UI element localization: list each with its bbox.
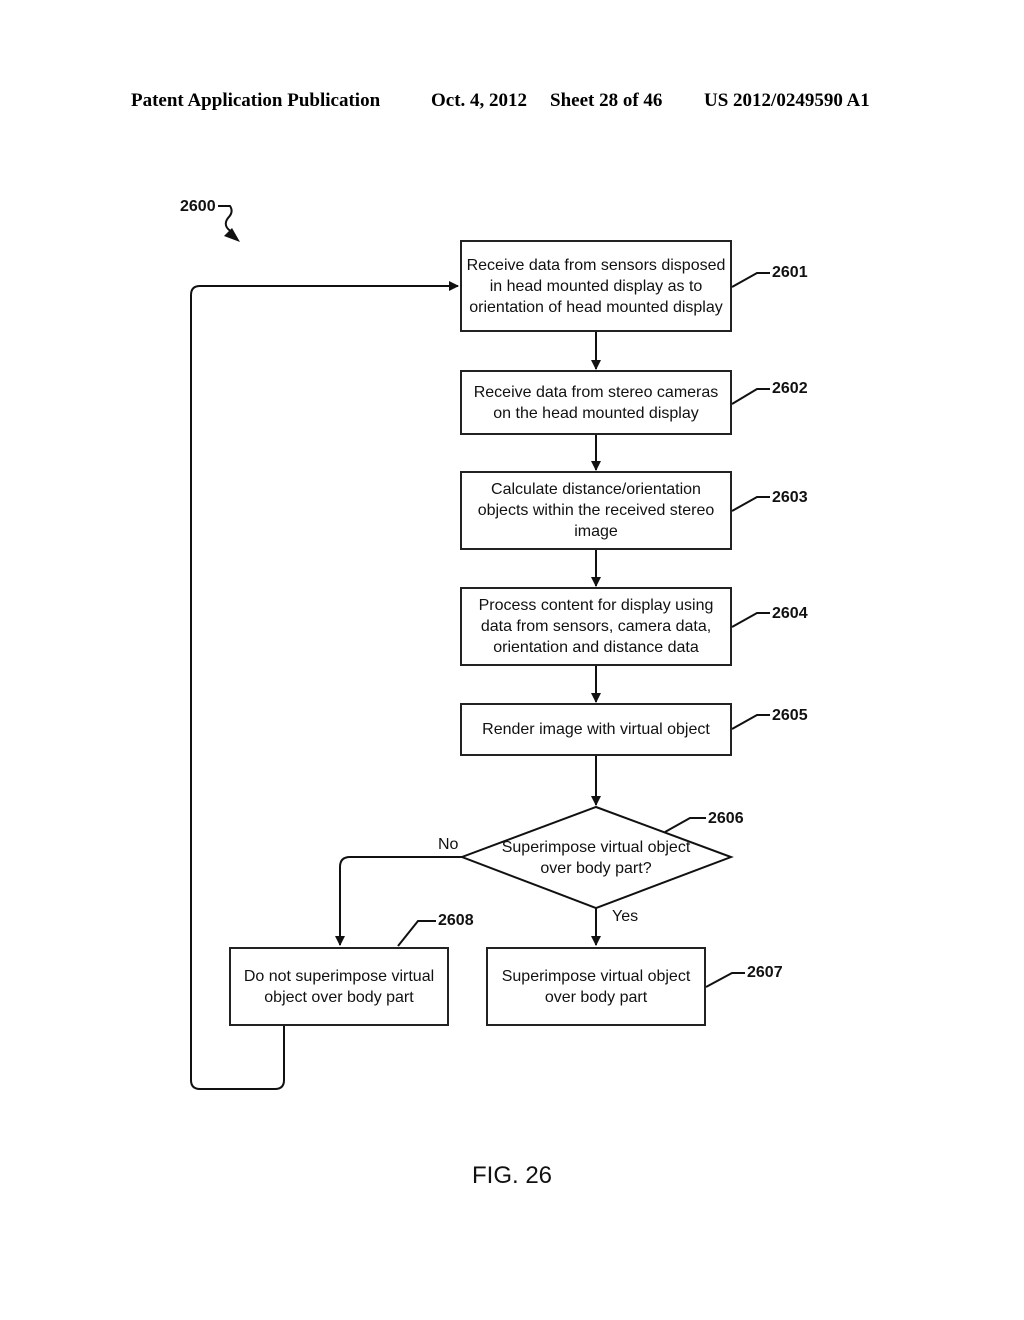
step-2608-ref: 2608 [438,912,474,929]
decision-2606-text: Superimpose virtual object over body par… [501,839,691,877]
leader-2602 [731,388,770,405]
step-2601-box: Receive data from sensors disposed in he… [460,240,732,332]
no-branch-label: No [438,836,459,853]
step-2602-text: Receive data from stereo cameras on the … [473,383,719,422]
step-2607-box: Superimpose virtual object over body par… [486,947,706,1026]
leader-2607 [705,972,745,988]
step-2604-box: Process content for display using data f… [460,587,732,666]
step-2607-ref: 2607 [747,964,783,981]
leader-2601 [731,272,770,288]
step-2603-text: Calculate distance/orientation objects w… [477,481,715,540]
leader-2608 [397,920,436,947]
decision-2606-ref: 2606 [708,810,744,827]
step-2602-box: Receive data from stereo cameras on the … [460,370,732,435]
figure-ref-label: 2600 [180,198,216,215]
step-2601-text: Receive data from sensors disposed in he… [466,256,726,316]
step-2605-box: Render image with virtual object [460,703,732,756]
leader-2603 [731,496,770,512]
step-2603-ref: 2603 [772,489,808,506]
step-2604-ref: 2604 [772,605,808,622]
leader-2605 [731,714,770,730]
step-2602-ref: 2602 [772,380,808,397]
figure-caption: FIG. 26 [471,1162,553,1189]
step-2608-text: Do not superimpose virtual object over b… [243,967,435,1006]
step-2601-ref: 2601 [772,264,808,281]
yes-branch-label: Yes [612,908,639,925]
step-2604-text: Process content for display using data f… [478,597,714,656]
step-2608-box: Do not superimpose virtual object over b… [229,947,449,1026]
step-2605-text: Render image with virtual object [482,721,710,738]
leader-2604 [731,612,770,628]
step-2607-text: Superimpose virtual object over body par… [501,967,691,1006]
leader-2606 [664,817,706,833]
arrow-no [335,856,462,946]
figure-ref-squiggle [218,205,233,233]
figure-ref-arrowhead [224,228,240,242]
step-2605-ref: 2605 [772,707,808,724]
step-2603-box: Calculate distance/orientation objects w… [460,471,732,550]
